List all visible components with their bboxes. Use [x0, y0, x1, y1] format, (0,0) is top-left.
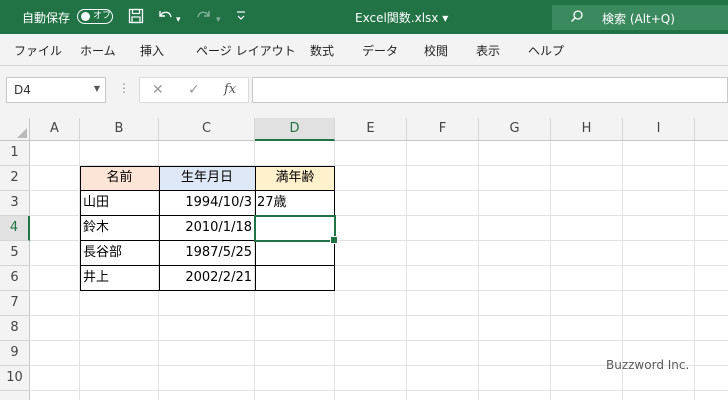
- column-header-a[interactable]: A: [30, 118, 80, 141]
- column-header-i[interactable]: I: [623, 118, 695, 141]
- enter-icon[interactable]: ✓: [188, 82, 200, 98]
- name-box[interactable]: D4 ▼: [6, 77, 106, 103]
- search-box[interactable]: 検索 (Alt+Q): [552, 5, 728, 30]
- column-header-d[interactable]: D: [255, 118, 335, 141]
- column-header-h[interactable]: H: [551, 118, 623, 141]
- row-header-4[interactable]: 4: [0, 216, 30, 241]
- column-header-c[interactable]: C: [159, 118, 255, 141]
- gridline: [550, 141, 551, 400]
- table-border: [159, 166, 160, 291]
- gridline: [406, 141, 407, 400]
- autosave-state: オフ: [93, 11, 112, 21]
- tab-home[interactable]: ホーム: [80, 42, 116, 59]
- tab-formulas[interactable]: 数式: [310, 42, 334, 59]
- ribbon-tabs: ファイル ホーム 挿入 ページ レイアウト 数式 データ 校閲 表示 ヘルプ: [0, 34, 728, 66]
- tab-view[interactable]: 表示: [476, 42, 500, 59]
- autosave-label: 自動保存: [22, 11, 71, 25]
- search-icon: [570, 9, 584, 27]
- select-all-triangle-icon: [17, 128, 27, 138]
- tab-page-layout[interactable]: ページ レイアウト: [196, 42, 296, 59]
- tab-review[interactable]: 校閲: [424, 42, 448, 59]
- column-header-j[interactable]: [695, 118, 728, 141]
- row-header-11[interactable]: [0, 391, 30, 400]
- watermark: Buzzword Inc.: [606, 358, 690, 372]
- table-border: [80, 190, 335, 191]
- gridline: [694, 141, 695, 400]
- row-header-7[interactable]: 7: [0, 291, 30, 316]
- row-header-5[interactable]: 5: [0, 241, 30, 266]
- undo-dropdown-icon[interactable]: ▾: [176, 12, 181, 28]
- formula-input[interactable]: [252, 77, 728, 103]
- tab-help[interactable]: ヘルプ: [528, 42, 564, 59]
- title-bar: 自動保存 オフ ▾ ▾ Excel関数.xlsx ▾ 検索 (Alt+Q): [0, 0, 728, 34]
- gridline: [30, 390, 728, 391]
- column-header-g[interactable]: G: [479, 118, 551, 141]
- table-border: [80, 265, 335, 266]
- formula-bar-area: D4 ▼ ⋮ ✕ ✓ fx: [0, 66, 728, 118]
- toggle-knob: [81, 12, 90, 21]
- gridline: [478, 141, 479, 400]
- tab-file[interactable]: ファイル: [14, 42, 62, 59]
- column-header-e[interactable]: E: [335, 118, 407, 141]
- row-header-10[interactable]: 10: [0, 366, 30, 391]
- fill-handle[interactable]: [330, 236, 338, 244]
- gridline: [30, 340, 728, 341]
- cancel-icon[interactable]: ✕: [152, 82, 164, 98]
- row-header-6[interactable]: 6: [0, 266, 30, 291]
- active-cell-selection[interactable]: [254, 215, 338, 244]
- gridline: [30, 315, 728, 316]
- splitter-dots-icon[interactable]: ⋮: [118, 81, 130, 95]
- select-all-button[interactable]: [0, 118, 30, 141]
- column-header-b[interactable]: B: [80, 118, 159, 141]
- filename-caret-icon: ▾: [442, 11, 449, 25]
- column-header-f[interactable]: F: [407, 118, 479, 141]
- insert-function-icon[interactable]: fx: [224, 82, 236, 97]
- row-header-9[interactable]: 9: [0, 341, 30, 366]
- tab-insert[interactable]: 挿入: [140, 42, 164, 59]
- formula-buttons: ✕ ✓ fx: [139, 77, 249, 103]
- name-box-value: D4: [14, 83, 31, 97]
- row-header-8[interactable]: 8: [0, 316, 30, 341]
- name-box-dropdown-icon[interactable]: ▼: [94, 84, 100, 93]
- redo-icon[interactable]: [195, 8, 213, 28]
- undo-icon[interactable]: [156, 8, 174, 28]
- row-header-1[interactable]: 1: [0, 141, 30, 166]
- redo-dropdown-icon[interactable]: ▾: [216, 12, 221, 28]
- save-icon[interactable]: [128, 8, 144, 28]
- file-name[interactable]: Excel関数.xlsx ▾: [355, 9, 448, 26]
- worksheet-grid[interactable]: A B C D E F G H I 1 2 3 4 5 6 7 8 9 10 名…: [0, 118, 728, 400]
- customize-quick-access-icon[interactable]: [236, 8, 246, 26]
- row-header-3[interactable]: 3: [0, 191, 30, 216]
- autosave-toggle[interactable]: オフ: [77, 9, 113, 24]
- search-placeholder: 検索 (Alt+Q): [602, 12, 675, 26]
- tab-data[interactable]: データ: [362, 42, 398, 59]
- row-header-2[interactable]: 2: [0, 166, 30, 191]
